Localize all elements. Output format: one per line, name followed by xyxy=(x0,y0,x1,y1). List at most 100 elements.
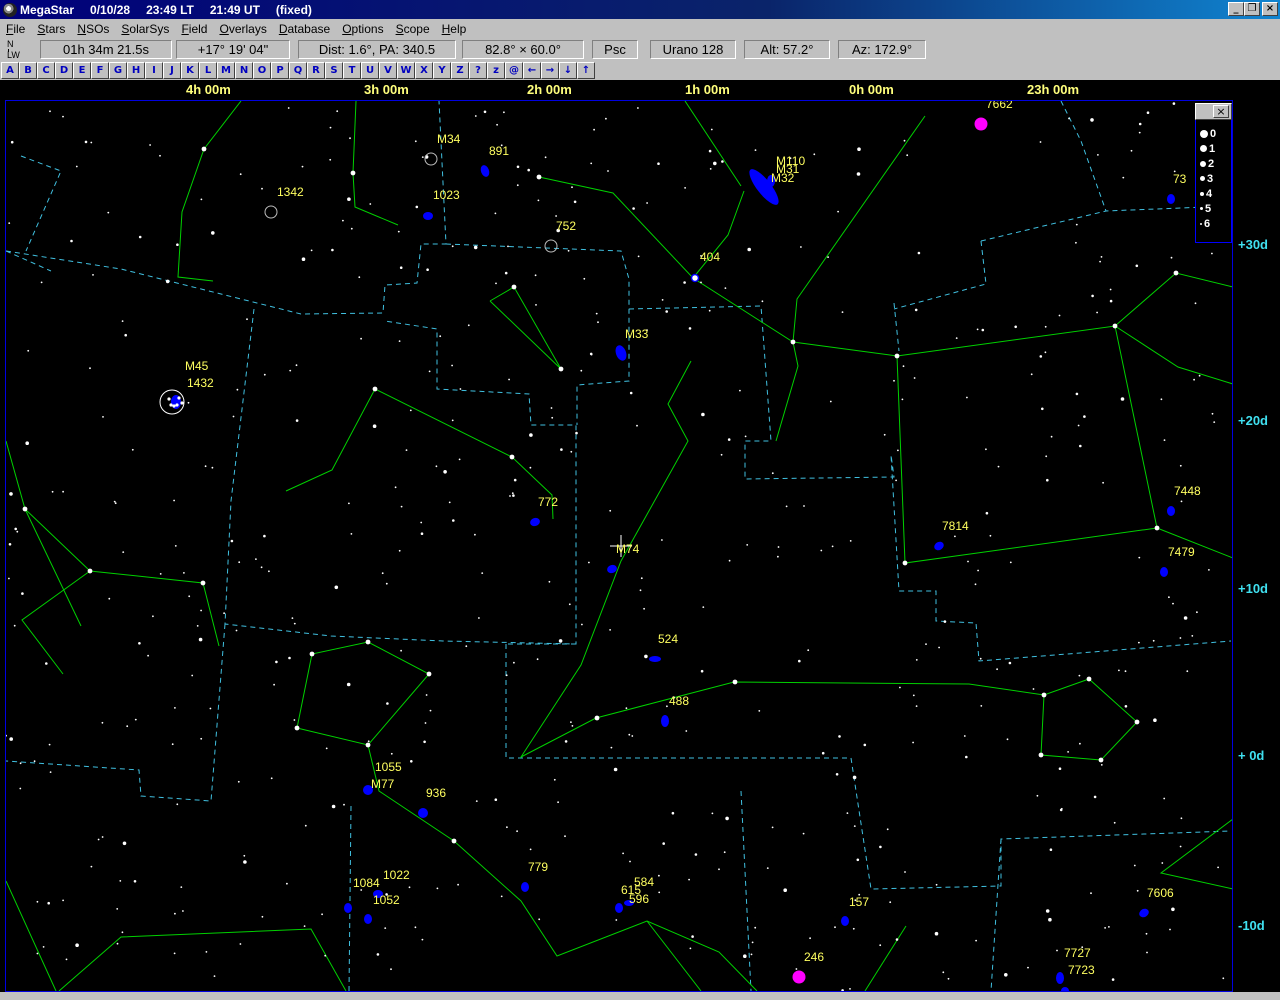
object-label[interactable]: M74 xyxy=(616,542,639,556)
galaxy-icon[interactable] xyxy=(933,540,946,552)
toolbar-button-w[interactable]: W xyxy=(397,62,415,79)
object-label[interactable]: M45 xyxy=(185,359,208,373)
toolbar-button-e[interactable]: E xyxy=(73,62,91,79)
toolbar-button-m[interactable]: M xyxy=(217,62,235,79)
open-cluster-icon[interactable] xyxy=(424,152,438,166)
toolbar-button-help[interactable]: ? xyxy=(469,62,487,79)
toolbar-button-pan-up[interactable]: ↑ xyxy=(577,62,595,79)
toolbar-button-z[interactable]: Z xyxy=(451,62,469,79)
toolbar-button-h[interactable]: H xyxy=(127,62,145,79)
menu-field[interactable]: Field xyxy=(175,22,213,36)
object-label[interactable]: 7662 xyxy=(986,101,1013,111)
object-label[interactable]: 1022 xyxy=(383,868,410,882)
distance-pa-field[interactable]: Dist: 1.6°, PA: 340.5 xyxy=(298,40,456,59)
menu-nsos[interactable]: NSOs xyxy=(71,22,115,36)
toolbar-button-f[interactable]: F xyxy=(91,62,109,79)
bottom-scrollbar[interactable] xyxy=(0,992,1280,1000)
galaxy-icon[interactable] xyxy=(1167,506,1175,516)
object-label[interactable]: 772 xyxy=(538,495,558,509)
megastar-app-icon[interactable] xyxy=(3,2,17,17)
menu-file[interactable]: File xyxy=(0,22,31,36)
object-label[interactable]: 524 xyxy=(658,632,678,646)
open-cluster-icon[interactable] xyxy=(544,239,558,253)
toolbar-button-a[interactable]: A xyxy=(1,62,19,79)
galaxy-icon[interactable] xyxy=(661,715,669,727)
object-label[interactable]: 1055 xyxy=(375,760,402,774)
object-label[interactable]: 7479 xyxy=(1168,545,1195,559)
toolbar-button-s[interactable]: S xyxy=(325,62,343,79)
menu-database[interactable]: Database xyxy=(273,22,336,36)
ra-field[interactable]: 01h 34m 21.5s xyxy=(40,40,172,59)
galaxy-icon[interactable] xyxy=(615,903,623,913)
galaxy-icon[interactable] xyxy=(1056,972,1064,984)
object-label[interactable]: 404 xyxy=(700,250,720,264)
planetary-nebula-icon[interactable] xyxy=(792,970,806,984)
atlas-page-field[interactable]: Urano 128 xyxy=(650,40,736,59)
galaxy-icon[interactable] xyxy=(1160,567,1168,577)
toolbar-button-q[interactable]: Q xyxy=(289,62,307,79)
object-label[interactable]: 7606 xyxy=(1147,886,1174,900)
planetary-nebula-icon[interactable] xyxy=(974,117,988,131)
object-label[interactable]: 7814 xyxy=(942,519,969,533)
galaxy-icon[interactable] xyxy=(423,212,433,220)
star-chart-area[interactable]: 4h 00m 3h 00m 2h 00m 1h 00m 0h 00m 23h 0… xyxy=(0,80,1280,1000)
object-label[interactable]: 596 xyxy=(629,892,649,906)
menu-scope[interactable]: Scope xyxy=(390,22,436,36)
object-label[interactable]: 779 xyxy=(528,860,548,874)
galaxy-icon[interactable] xyxy=(418,808,428,818)
object-label[interactable]: 157 xyxy=(849,895,869,909)
object-label[interactable]: 1052 xyxy=(373,893,400,907)
object-label[interactable]: M77 xyxy=(371,777,394,791)
toolbar-button-d[interactable]: D xyxy=(55,62,73,79)
toolbar-button-v[interactable]: V xyxy=(379,62,397,79)
toolbar-button-b[interactable]: B xyxy=(19,62,37,79)
menu-solarsys[interactable]: SolarSys xyxy=(115,22,175,36)
object-label[interactable]: M32 xyxy=(771,171,794,185)
menu-stars[interactable]: Stars xyxy=(31,22,71,36)
toolbar-button-t[interactable]: T xyxy=(343,62,361,79)
object-label[interactable]: 1023 xyxy=(433,188,460,202)
object-label[interactable]: 1084 xyxy=(353,876,380,890)
open-cluster-icon[interactable] xyxy=(264,205,278,219)
toolbar-button-r[interactable]: R xyxy=(307,62,325,79)
restore-button[interactable]: ❐ xyxy=(1244,2,1260,16)
galaxy-icon[interactable] xyxy=(1138,907,1151,919)
toolbar-button-c[interactable]: C xyxy=(37,62,55,79)
menu-options[interactable]: Options xyxy=(336,22,389,36)
galaxy-icon-404[interactable] xyxy=(690,273,700,283)
toolbar-button-n[interactable]: N xyxy=(235,62,253,79)
galaxy-icon[interactable] xyxy=(521,882,529,892)
toolbar-button-x[interactable]: X xyxy=(415,62,433,79)
toolbar-button-pan-left[interactable]: ← xyxy=(523,62,541,79)
field-of-view-field[interactable]: 82.8° × 60.0° xyxy=(462,40,584,59)
galaxy-icon[interactable] xyxy=(649,656,661,662)
toolbar-button-u[interactable]: U xyxy=(361,62,379,79)
sky-map[interactable]: 7662 M34 891 M110 M31 M32 1342 1023 752 404 73 M33 M… xyxy=(5,100,1233,992)
toolbar-button-center[interactable]: @ xyxy=(505,62,523,79)
magnitude-legend-close-button[interactable]: × xyxy=(1213,105,1229,118)
dec-field[interactable]: +17° 19' 04" xyxy=(176,40,290,59)
azimuth-field[interactable]: Az: 172.9° xyxy=(838,40,926,59)
toolbar-button-o[interactable]: O xyxy=(253,62,271,79)
galaxy-icon[interactable] xyxy=(479,164,491,178)
object-label[interactable]: 7723 xyxy=(1068,963,1095,977)
toolbar-button-i[interactable]: I xyxy=(145,62,163,79)
toolbar-button-zoom[interactable]: z xyxy=(487,62,505,79)
object-label[interactable]: 891 xyxy=(489,144,509,158)
object-label[interactable]: 7448 xyxy=(1174,484,1201,498)
altitude-field[interactable]: Alt: 57.2° xyxy=(744,40,830,59)
toolbar-button-k[interactable]: K xyxy=(181,62,199,79)
object-label[interactable]: 752 xyxy=(556,219,576,233)
object-label[interactable]: 1342 xyxy=(277,185,304,199)
toolbar-button-p[interactable]: P xyxy=(271,62,289,79)
galaxy-icon[interactable] xyxy=(841,916,849,926)
toolbar-button-pan-down[interactable]: ↓ xyxy=(559,62,577,79)
galaxy-icon[interactable] xyxy=(344,903,352,913)
toolbar-button-g[interactable]: G xyxy=(109,62,127,79)
toolbar-button-l[interactable]: L xyxy=(199,62,217,79)
object-label[interactable]: M33 xyxy=(625,327,648,341)
object-label[interactable]: 1432 xyxy=(187,376,214,390)
constellation-field[interactable]: Psc xyxy=(592,40,638,59)
toolbar-button-pan-right[interactable]: → xyxy=(541,62,559,79)
menu-help[interactable]: Help xyxy=(436,22,473,36)
